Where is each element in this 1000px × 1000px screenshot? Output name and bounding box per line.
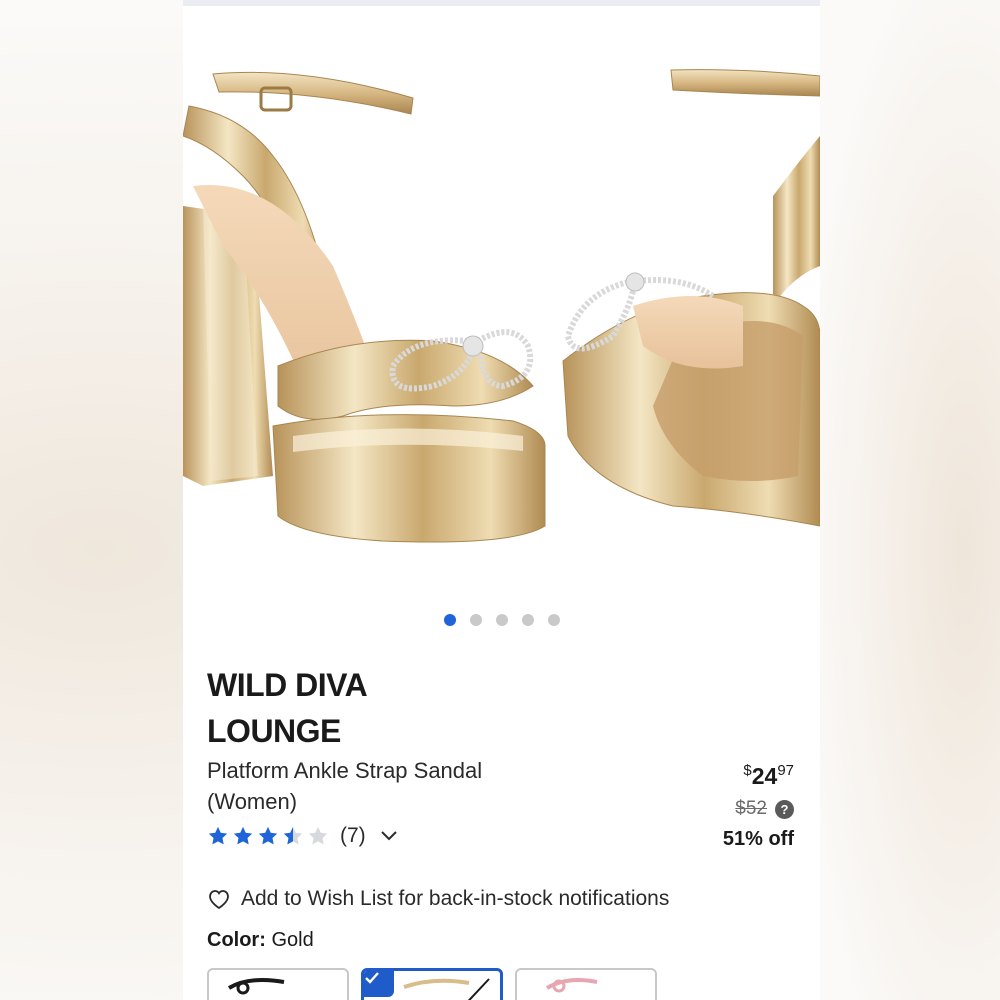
pagination-dot[interactable] xyxy=(521,614,534,626)
price-block: $2497 $52 ? 51% off xyxy=(723,756,794,853)
pink-sandal-thumbnail xyxy=(545,978,598,993)
pagination-dot[interactable] xyxy=(469,614,482,626)
color-label: Color: xyxy=(207,929,266,951)
star-empty-icon xyxy=(308,826,328,845)
swatch-gold[interactable] xyxy=(361,968,503,1000)
background-right xyxy=(820,0,1000,1000)
original-price-row: $52 ? xyxy=(723,795,794,823)
pagination-dot[interactable] xyxy=(443,614,456,626)
checkmark-icon xyxy=(365,972,379,984)
brand-line: WILD DIVA xyxy=(207,667,368,703)
pagination-dot[interactable] xyxy=(547,614,560,626)
current-price: $2497 xyxy=(723,756,794,791)
wishlist-label: Add to Wish List for back-in-stock notif… xyxy=(241,887,670,910)
product-title-line: Platform Ankle Strap Sandal xyxy=(207,758,483,783)
price-cents: 97 xyxy=(777,762,794,779)
star-full-icon xyxy=(208,826,228,845)
rating-count: (7) xyxy=(340,824,366,847)
add-to-wishlist-button[interactable]: Add to Wish List for back-in-stock notif… xyxy=(207,884,669,914)
discount-label: 51% off xyxy=(722,828,794,850)
heart-icon xyxy=(209,890,229,910)
selected-check-badge xyxy=(364,971,394,997)
color-value: Gold xyxy=(271,929,314,951)
color-swatches xyxy=(207,968,657,1000)
star-half-icon xyxy=(283,826,303,845)
help-icon[interactable]: ? xyxy=(775,799,794,819)
swatch-pink[interactable] xyxy=(515,968,657,1000)
rating-summary[interactable]: (7) xyxy=(207,823,397,849)
brand-name[interactable]: WILD DIVA LOUNGE xyxy=(207,662,567,754)
swatch-black[interactable] xyxy=(207,968,349,1000)
original-price: $52 xyxy=(735,798,767,819)
product-title-line: (Women) xyxy=(207,789,298,814)
pagination-dot[interactable] xyxy=(495,614,508,626)
price-currency: $ xyxy=(743,762,752,779)
product-image[interactable] xyxy=(183,6,820,600)
price-dollars: 24 xyxy=(751,763,778,789)
brand-line: LOUNGE xyxy=(207,713,341,749)
product-page: WILD DIVA LOUNGE Platform Ankle Strap Sa… xyxy=(183,0,820,1000)
chevron-down-icon[interactable] xyxy=(380,831,397,841)
product-title: Platform Ankle Strap Sandal (Women) xyxy=(207,755,627,817)
gallery-pagination xyxy=(183,614,820,628)
color-selection: Color: Gold xyxy=(207,929,314,952)
star-full-icon xyxy=(233,826,253,845)
black-sandal-thumbnail xyxy=(227,978,285,995)
star-full-icon xyxy=(258,826,278,845)
